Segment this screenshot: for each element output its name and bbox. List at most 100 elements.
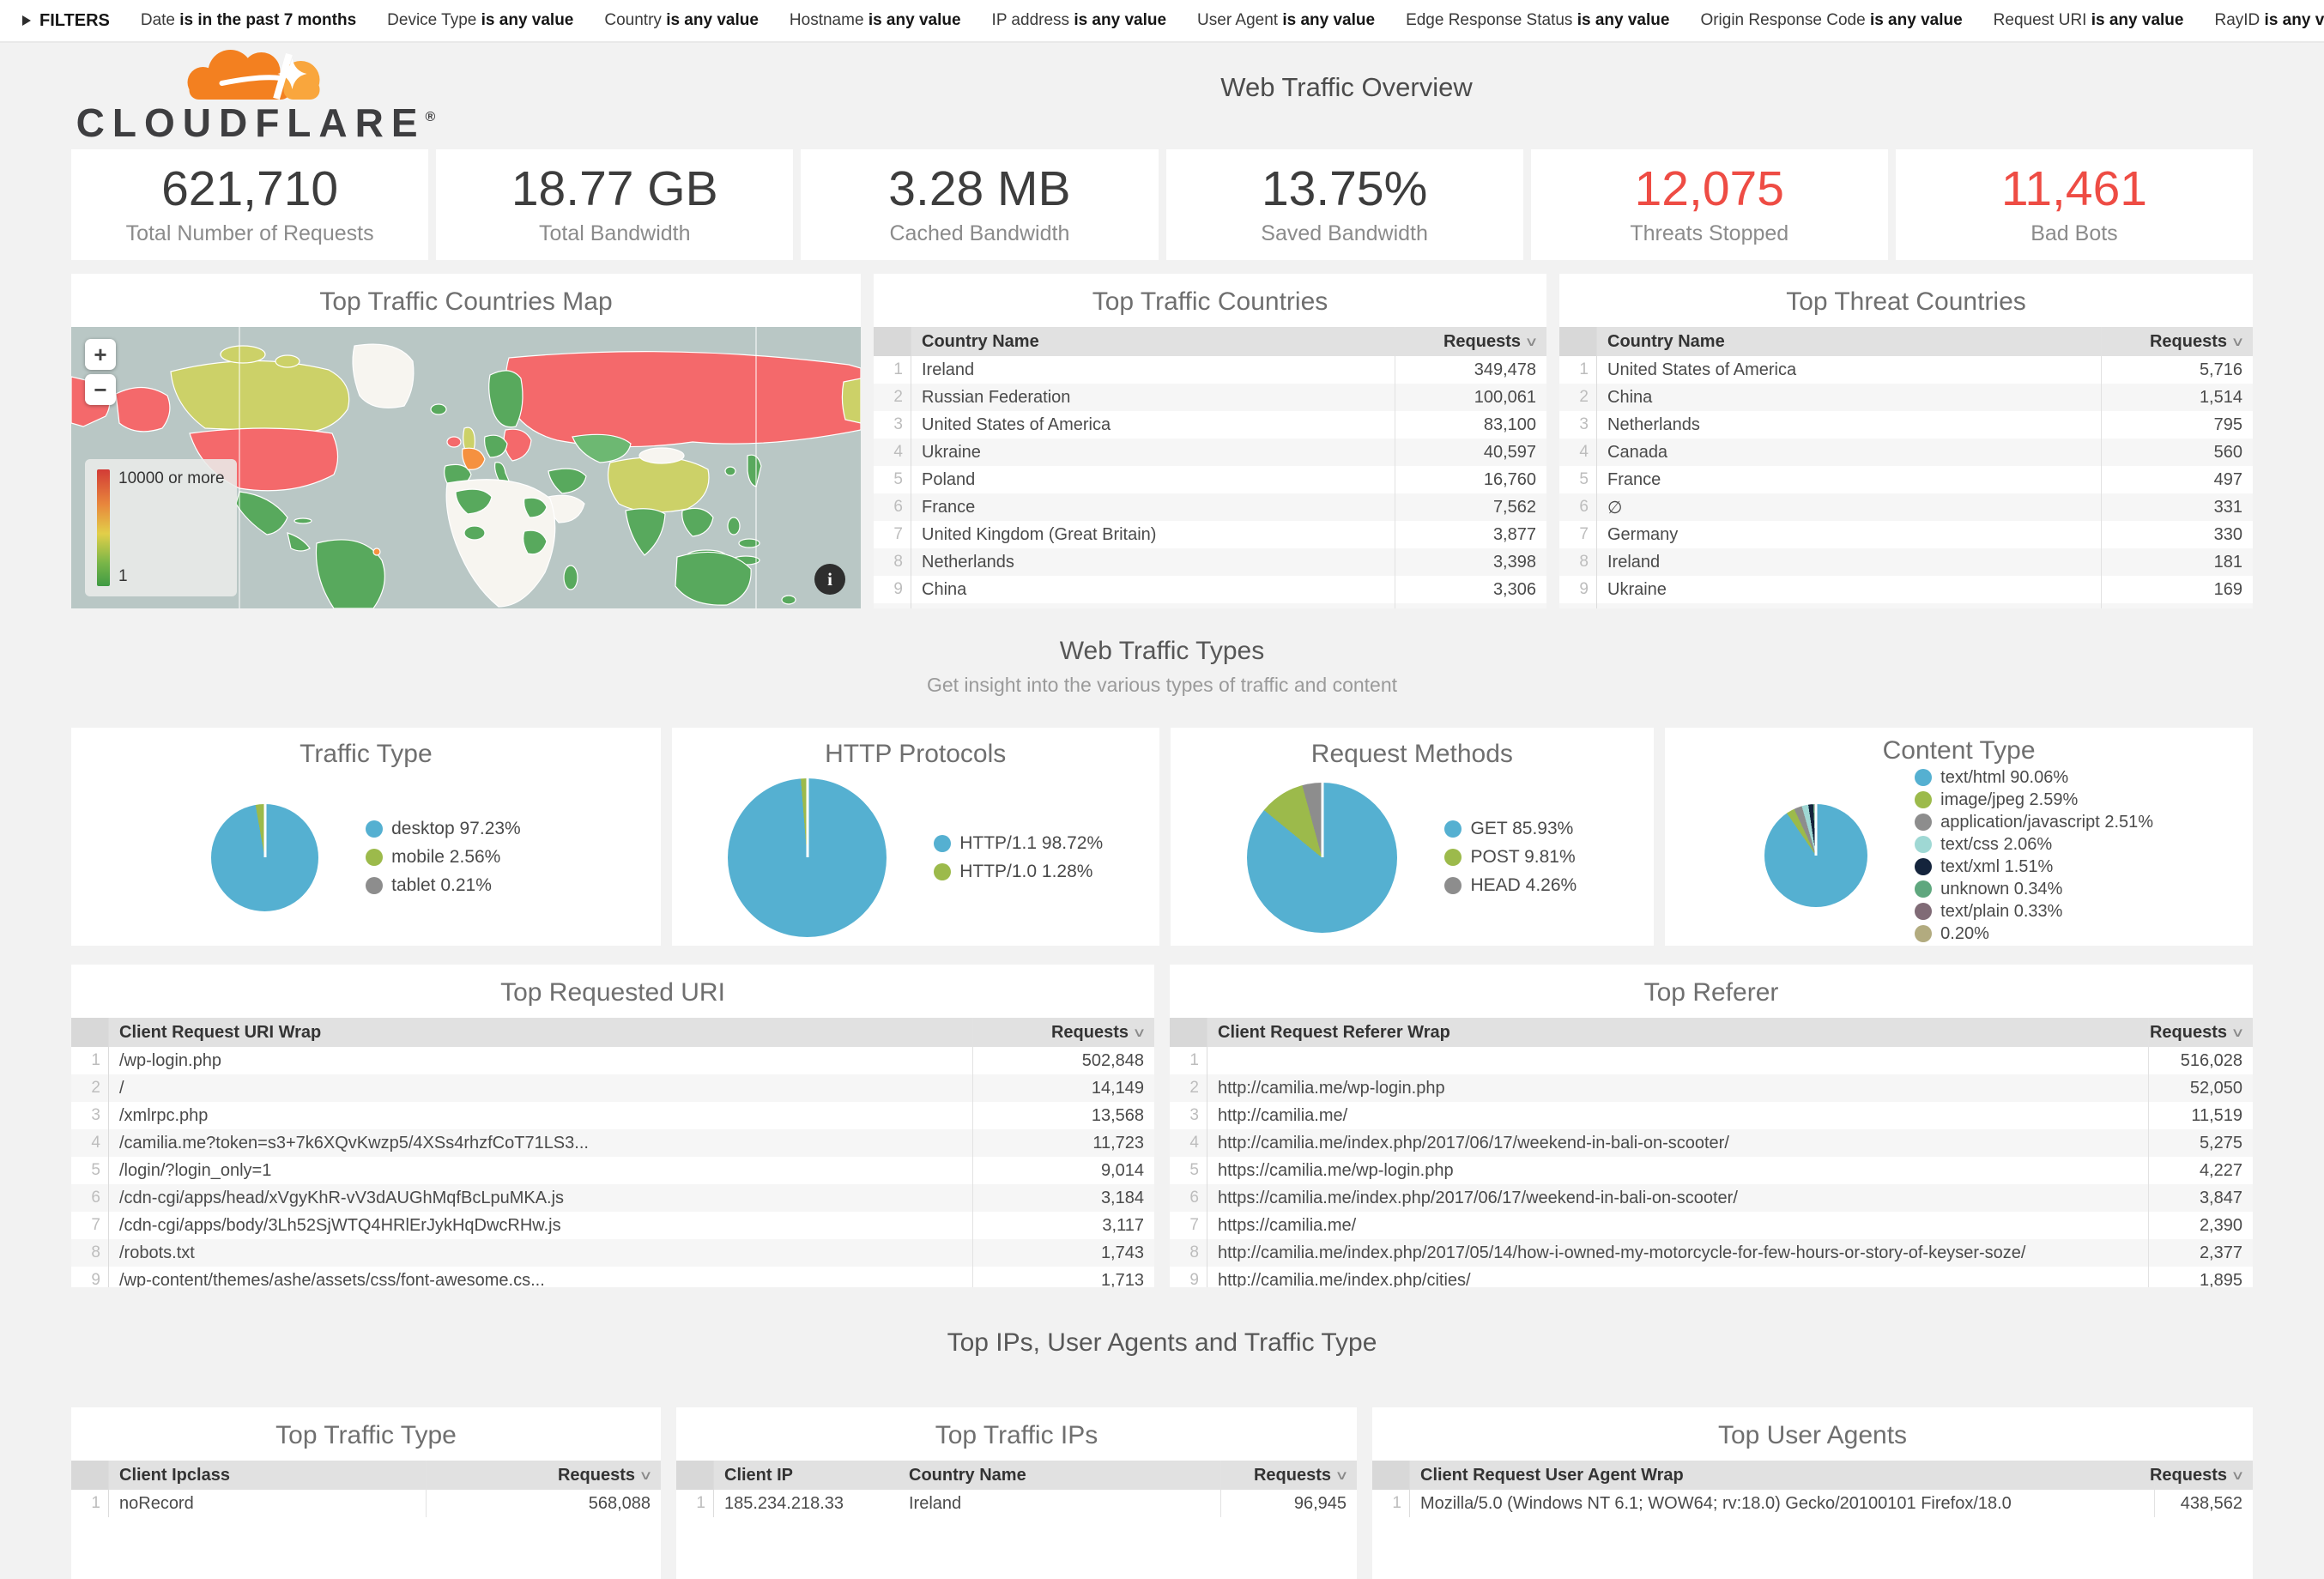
table-row[interactable]: 7 /cdn-cgi/apps/body/3Lh52SjWTQ4HRlErJyk… — [71, 1212, 1154, 1239]
uri-cell: /xmlrpc.php — [109, 1102, 972, 1129]
table-row[interactable]: 3 United States of America 83,100 — [874, 411, 1546, 439]
table-row[interactable]: 4 Ukraine 40,597 — [874, 439, 1546, 466]
table-row[interactable]: 8 Ireland 181 — [1559, 548, 2253, 576]
column-header-requests[interactable]: Requests∨ — [2154, 1461, 2253, 1490]
filters-label: FILTERS — [39, 11, 110, 31]
filter-item[interactable]: RayID is any value — [2214, 11, 2324, 30]
requests-cell: 5,275 — [2148, 1129, 2253, 1157]
table-row[interactable]: 10 Singapore 159 — [1559, 603, 2253, 608]
filter-item[interactable]: Device Type is any value — [387, 11, 573, 30]
table-row[interactable]: 6 /cdn-cgi/apps/head/xVgyKhR-vV3dAUGhMqf… — [71, 1184, 1154, 1212]
table-title: Top User Agents — [1372, 1407, 2253, 1461]
table-row[interactable]: 9 Ukraine 169 — [1559, 576, 2253, 603]
column-header-referer[interactable]: Client Request Referer Wrap — [1207, 1018, 2148, 1047]
table-row[interactable]: 4 http://camilia.me/index.php/2017/06/17… — [1170, 1129, 2253, 1157]
column-header-country[interactable]: Country Name — [899, 1461, 1220, 1490]
filter-item[interactable]: Origin Response Code is any value — [1700, 11, 1962, 30]
table-row[interactable]: 4 Canada 560 — [1559, 439, 2253, 466]
filter-field-label: IP address — [992, 11, 1069, 29]
table-row[interactable]: 2 http://camilia.me/wp-login.php 52,050 — [1170, 1074, 2253, 1102]
filter-item[interactable]: Hostname is any value — [790, 11, 961, 30]
content-type-pie-chart[interactable] — [1764, 804, 1867, 907]
legend-item: HTTP/1.1 98.72% — [934, 833, 1103, 854]
table-row[interactable]: 1 Ireland 349,478 — [874, 356, 1546, 384]
filters-toggle[interactable]: FILTERS — [22, 11, 110, 31]
table-row[interactable]: 1 United States of America 5,716 — [1559, 356, 2253, 384]
table-header: Client IP Country Name Requests∨ — [676, 1461, 1357, 1490]
column-header-requests[interactable]: Requests∨ — [1220, 1461, 1357, 1490]
country-name-cell: United States of America — [911, 411, 1395, 439]
filter-item[interactable]: Request URI is any value — [1994, 11, 2184, 30]
kpi-label: Saved Bandwidth — [1166, 221, 1523, 246]
table-row[interactable]: 3 http://camilia.me/ 11,519 — [1170, 1102, 2253, 1129]
traffic-countries-panel: Top Traffic Countries Country Name Reque… — [874, 274, 1546, 608]
column-header-requests[interactable]: Requests∨ — [972, 1018, 1154, 1047]
column-header-uri[interactable]: Client Request URI Wrap — [109, 1018, 972, 1047]
table-row[interactable]: 6 ∅ 331 — [1559, 493, 2253, 521]
table-row[interactable]: 9 /wp-content/themes/ashe/assets/css/fon… — [71, 1267, 1154, 1287]
column-header-requests[interactable]: Requests∨ — [2101, 327, 2253, 356]
filter-item[interactable]: Edge Response Status is any value — [1406, 11, 1669, 30]
table-row[interactable]: 8 /robots.txt 1,743 — [71, 1239, 1154, 1267]
legend-label: text/xml 1.51% — [1940, 857, 2053, 877]
requests-cell: 3,877 — [1395, 521, 1546, 548]
table-row[interactable]: 5 Poland 16,760 — [874, 466, 1546, 493]
legend-dot-icon — [1915, 791, 1932, 808]
cloudflare-logo: CLOUDFLARE® — [71, 48, 440, 142]
map-zoom-in-button[interactable]: + — [85, 339, 116, 370]
table-row[interactable]: 7 United Kingdom (Great Britain) 3,877 — [874, 521, 1546, 548]
table-row[interactable]: 2 / 14,149 — [71, 1074, 1154, 1102]
map-info-button[interactable]: i — [814, 564, 845, 595]
table-row[interactable]: 1 Mozilla/5.0 (Windows NT 6.1; WOW64; rv… — [1372, 1490, 2253, 1517]
column-header-country[interactable]: Country Name — [1597, 327, 2101, 356]
table-row[interactable]: 2 Russian Federation 100,061 — [874, 384, 1546, 411]
filter-item[interactable]: User Agent is any value — [1197, 11, 1375, 30]
section-title: Web Traffic Types — [71, 637, 2253, 666]
country-name-cell: France — [1597, 466, 2101, 493]
table-row[interactable]: 5 https://camilia.me/wp-login.php 4,227 — [1170, 1157, 2253, 1184]
table-row[interactable]: 5 France 497 — [1559, 466, 2253, 493]
country-name-cell: France — [911, 493, 1395, 521]
table-row[interactable]: 1 /wp-login.php 502,848 — [71, 1047, 1154, 1074]
table-row[interactable]: 9 http://camilia.me/index.php/cities/ 1,… — [1170, 1267, 2253, 1287]
country-name-cell: China — [911, 576, 1395, 603]
table-row[interactable]: 9 China 3,306 — [874, 576, 1546, 603]
table-row[interactable]: 1 516,028 — [1170, 1047, 2253, 1074]
column-header-ipclass[interactable]: Client Ipclass — [109, 1461, 426, 1490]
world-map[interactable]: + − 10000 or more 1 i — [71, 327, 861, 608]
legend-label: mobile 2.56% — [391, 847, 500, 868]
table-row[interactable]: 6 France 7,562 — [874, 493, 1546, 521]
table-row[interactable]: 3 Netherlands 795 — [1559, 411, 2253, 439]
filter-item[interactable]: Date is in the past 7 months — [141, 11, 356, 30]
column-header-user-agent[interactable]: Client Request User Agent Wrap — [1410, 1461, 2154, 1490]
request-methods-pie-chart[interactable] — [1247, 783, 1397, 933]
filter-item[interactable]: Country is any value — [604, 11, 759, 30]
table-row[interactable]: 8 http://camilia.me/index.php/2017/05/14… — [1170, 1239, 2253, 1267]
table-row[interactable]: 6 https://camilia.me/index.php/2017/06/1… — [1170, 1184, 2253, 1212]
column-header-requests[interactable]: Requests∨ — [426, 1461, 661, 1490]
filter-item[interactable]: IP address is any value — [992, 11, 1167, 30]
column-header-client-ip[interactable]: Client IP — [714, 1461, 899, 1490]
table-row[interactable]: 4 /camilia.me?token=s3+7k6XQvKwzp5/4XSs4… — [71, 1129, 1154, 1157]
traffic-type-pie-chart[interactable] — [211, 804, 318, 911]
http-protocols-pie-chart[interactable] — [728, 778, 887, 937]
table-row[interactable]: 7 Germany 330 — [1559, 521, 2253, 548]
legend-dot-icon — [1915, 903, 1932, 920]
table-row[interactable]: 8 Netherlands 3,398 — [874, 548, 1546, 576]
table-row[interactable]: 1 noRecord 568,088 — [71, 1490, 661, 1517]
column-header-requests[interactable]: Requests∨ — [1395, 327, 1546, 356]
map-zoom-out-button[interactable]: − — [85, 374, 116, 405]
table-row[interactable]: 10 Canada 2,215 — [874, 603, 1546, 608]
column-header-requests[interactable]: Requests∨ — [2148, 1018, 2253, 1047]
column-header-country[interactable]: Country Name — [911, 327, 1395, 356]
table-row[interactable]: 7 https://camilia.me/ 2,390 — [1170, 1212, 2253, 1239]
legend-item: POST 9.81% — [1444, 847, 1577, 868]
table-title: Top Requested URI — [71, 965, 1154, 1018]
filter-value: is any value — [1577, 11, 1670, 29]
country-name-cell: Canada — [1597, 439, 2101, 466]
page-title: Web Traffic Overview — [440, 48, 2253, 103]
table-row[interactable]: 1 185.234.218.33 Ireland 96,945 — [676, 1490, 1357, 1517]
table-row[interactable]: 3 /xmlrpc.php 13,568 — [71, 1102, 1154, 1129]
table-row[interactable]: 5 /login/?login_only=1 9,014 — [71, 1157, 1154, 1184]
table-row[interactable]: 2 China 1,514 — [1559, 384, 2253, 411]
